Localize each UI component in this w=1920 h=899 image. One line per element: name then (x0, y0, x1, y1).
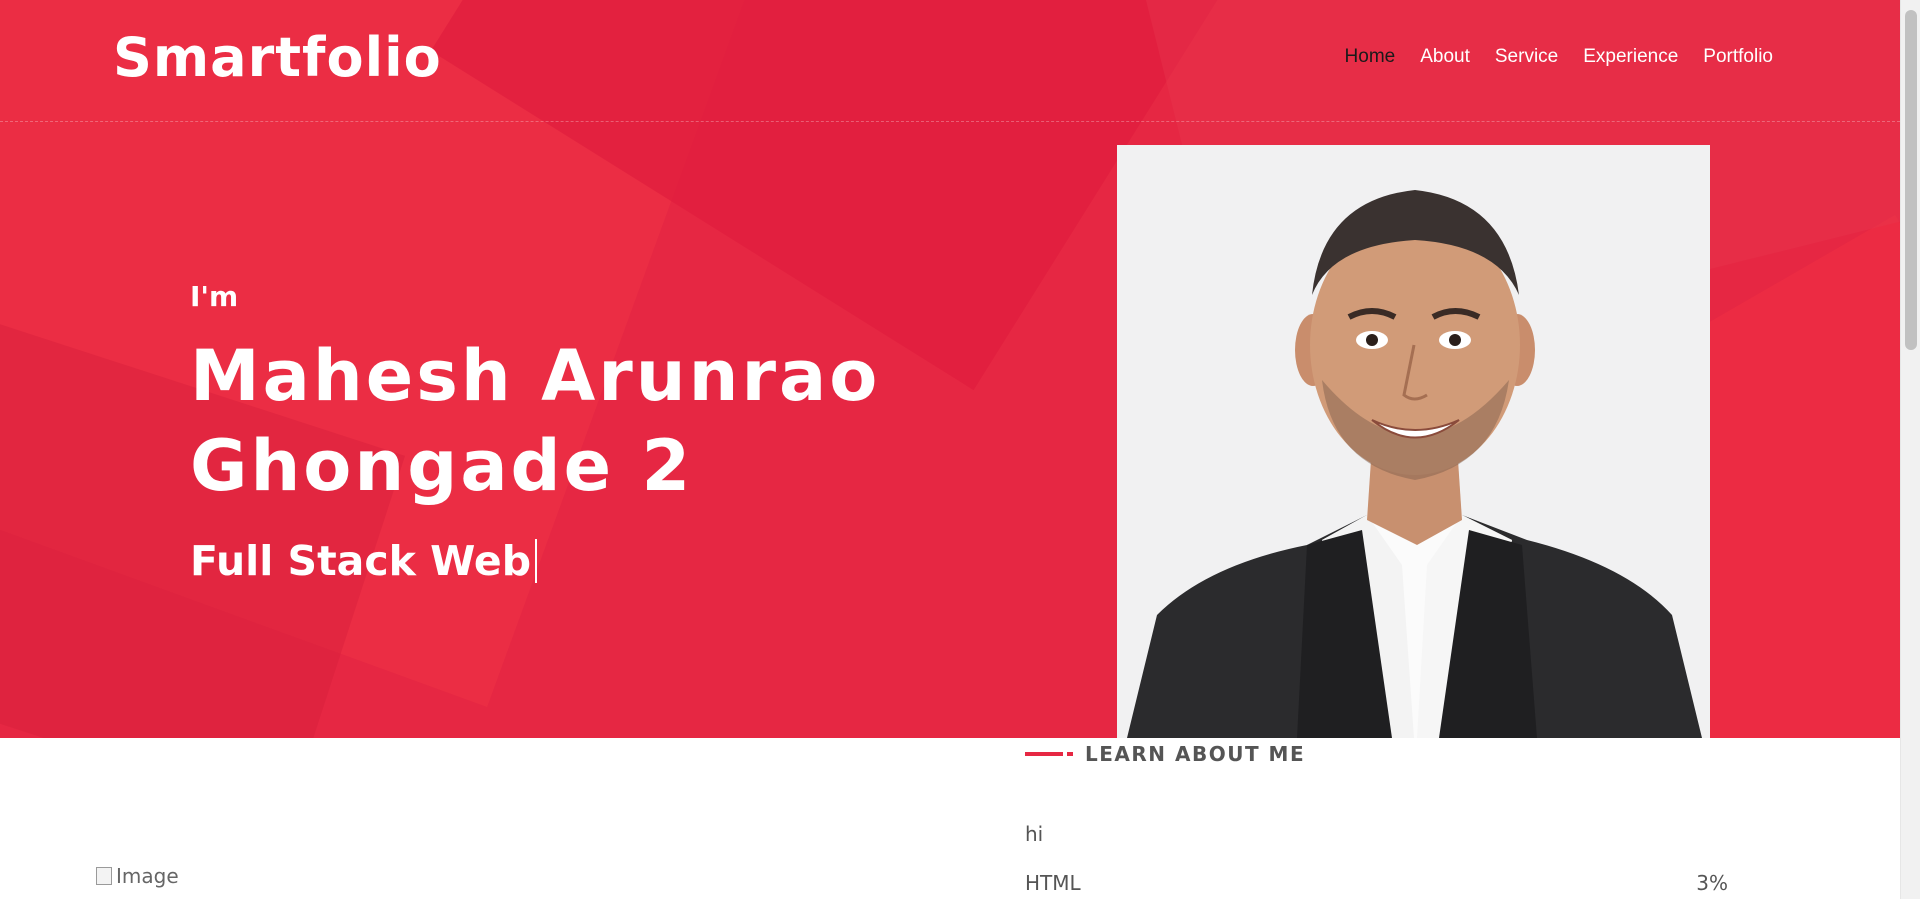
skill-percent: 3% (1696, 871, 1728, 895)
scrollbar-thumb[interactable] (1905, 10, 1917, 350)
hero-greeting: I'm (190, 280, 239, 313)
skill-name: HTML (1025, 871, 1081, 895)
nav-link-home[interactable]: Home (1345, 46, 1396, 68)
hero-role-text: Full Stack Web (190, 537, 532, 585)
hero-intro: I'm Mahesh Arunrao Ghongade 2 Full Stack… (190, 280, 950, 585)
profile-photo-illustration (1117, 145, 1710, 738)
about-intro-text: hi (1025, 822, 1044, 846)
label-accent-line (1025, 752, 1063, 756)
navbar: Smartfolio Home About Service Experience… (0, 0, 1900, 122)
broken-image-icon (96, 867, 112, 885)
skill-row: HTML 3% (1025, 871, 1728, 895)
vertical-scrollbar[interactable] (1900, 0, 1920, 899)
nav-link-service[interactable]: Service (1495, 46, 1558, 68)
hero-section: Smartfolio Home About Service Experience… (0, 0, 1900, 738)
main-nav: Home About Service Experience Portfolio (1345, 46, 1773, 68)
typing-cursor (535, 539, 538, 583)
section-label-text: LEARN ABOUT ME (1085, 742, 1306, 766)
page: Smartfolio Home About Service Experience… (0, 0, 1900, 899)
about-image: Image (96, 864, 179, 888)
hero-role: Full Stack Web (190, 537, 950, 585)
label-accent-dot (1067, 752, 1073, 756)
hero-name: Mahesh Arunrao Ghongade 2 (190, 335, 881, 507)
site-logo[interactable]: Smartfolio (113, 26, 442, 89)
nav-link-about[interactable]: About (1420, 46, 1470, 68)
image-alt-text: Image (116, 864, 179, 888)
about-section-label: LEARN ABOUT ME (1025, 742, 1305, 766)
nav-link-experience[interactable]: Experience (1583, 46, 1678, 68)
nav-link-portfolio[interactable]: Portfolio (1703, 46, 1773, 68)
profile-photo (1117, 145, 1710, 738)
